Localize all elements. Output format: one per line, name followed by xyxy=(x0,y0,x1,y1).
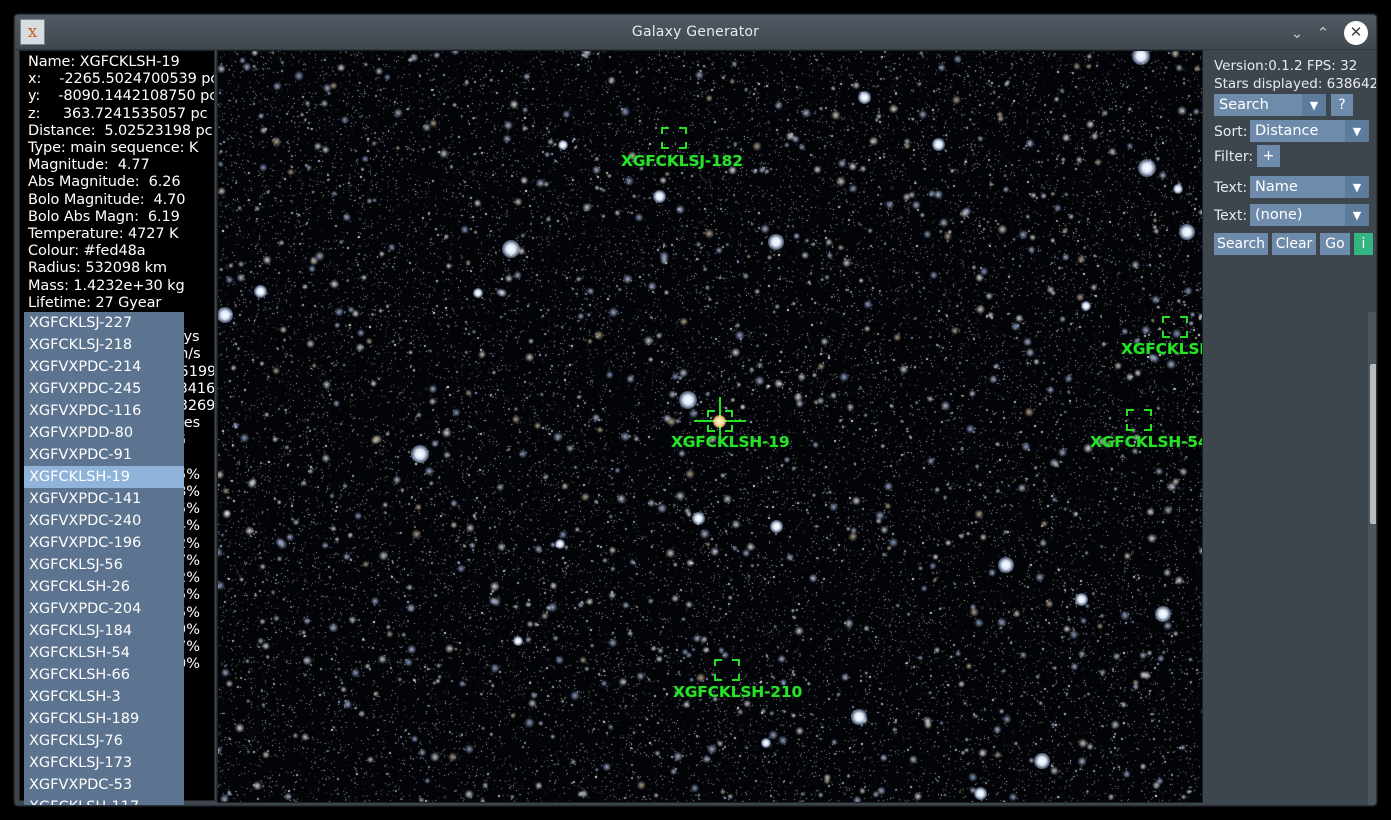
star-list-item[interactable]: XGFCKLSH-26 xyxy=(24,576,184,598)
star-list-item[interactable]: XGFCKLSH-117 xyxy=(24,796,184,805)
window-title: Galaxy Generator xyxy=(631,24,760,40)
star-info-line: Bolo Abs Magn: 6.19 xyxy=(28,208,180,225)
app-window: x Galaxy Generator ⌄ ⌃ ✕ Name: XGFCKLSH-… xyxy=(14,14,1377,806)
star-info-line: Colour: #fed48a xyxy=(28,243,146,260)
app-root: x Galaxy Generator ⌄ ⌃ ✕ Name: XGFCKLSH-… xyxy=(0,0,1391,820)
text2-label: Text: xyxy=(1214,208,1248,224)
star-list-item[interactable]: XGFCKLSJ-76 xyxy=(24,730,184,752)
star-list-item[interactable]: XGFVXPDC-196 xyxy=(24,532,184,554)
chevron-down-icon[interactable]: ▼ xyxy=(1302,94,1326,116)
star-list-item[interactable]: XGFCKLSJ-173 xyxy=(24,752,184,774)
star-info-line: x: -2265.5024700539 pc xyxy=(28,71,215,88)
star-marker-label: XGFCKLSH-210 xyxy=(673,683,803,701)
reticle-bracket-icon xyxy=(1126,409,1152,431)
search-button[interactable]: Search xyxy=(1214,233,1268,255)
star-info-line: Lifetime: 27 Gyear xyxy=(28,294,162,311)
star-list-item[interactable]: XGFCKLSJ-56 xyxy=(24,554,184,576)
star-list-item[interactable]: XGFVXPDC-204 xyxy=(24,598,184,620)
sort-value: Distance xyxy=(1255,123,1319,139)
star-info-line: Distance: 5.02523198 pc xyxy=(28,122,213,139)
star-marker-label: XGFCKLSH- xyxy=(1121,340,1202,358)
text2-dropdown[interactable]: (none) ▼ xyxy=(1250,204,1369,226)
star-info-line: Magnitude: 4.77 xyxy=(28,157,150,174)
star-list-scroll-thumb[interactable] xyxy=(1369,364,1376,524)
text1-value: Name xyxy=(1255,179,1298,195)
star-info-line: Bolo Magnitude: 4.70 xyxy=(28,191,186,208)
star-marker-label: XGFCKLSJ-182 xyxy=(621,152,743,170)
star-info-line: y: -8090.1442108750 pc xyxy=(28,88,215,105)
star-list-item[interactable]: XGFCKLSJ-184 xyxy=(24,620,184,642)
star-list-scrollbar[interactable] xyxy=(1368,312,1376,805)
text1-label: Text: xyxy=(1214,180,1248,196)
clear-button[interactable]: Clear xyxy=(1272,233,1316,255)
star-info-line: Name: XGFCKLSH-19 xyxy=(28,54,180,70)
star-list-item[interactable]: XGFCKLSH-66 xyxy=(24,664,184,686)
star-list-item[interactable]: XGFVXPDC-240 xyxy=(24,510,184,532)
chevron-down-icon: ⌄ xyxy=(1290,23,1304,42)
search-mode-value: Search xyxy=(1219,97,1269,113)
chevron-up-icon: ⌃ xyxy=(1316,23,1330,42)
text1-dropdown[interactable]: Name ▼ xyxy=(1250,176,1369,198)
info-button[interactable]: i xyxy=(1354,233,1373,255)
star-list-item[interactable]: XGFVXPDC-116 xyxy=(24,400,184,422)
star-list-item[interactable]: XGFVXPDD-80 xyxy=(24,422,184,444)
star-marker-label: XGFCKLSH-19 xyxy=(671,433,790,451)
star-list-item[interactable]: XGFVXPDC-245 xyxy=(24,378,184,400)
control-panel: Version:0.1.2 FPS: 32 Stars displayed: 6… xyxy=(1205,50,1377,805)
search-mode-dropdown[interactable]: Search ▼ xyxy=(1214,94,1326,116)
star-list-item[interactable]: XGFCKLSH-3 xyxy=(24,686,184,708)
add-filter-button[interactable]: + xyxy=(1257,145,1280,167)
close-button[interactable]: ✕ xyxy=(1342,15,1370,50)
window-content: Name: XGFCKLSH-19 x: -2265.5024700539 pc y… xyxy=(15,50,1377,805)
star-list-item[interactable]: XGFVXPDC-141 xyxy=(24,488,184,510)
star-info-line: Abs Magnitude: 6.26 xyxy=(28,174,181,191)
minimize-button[interactable]: ⌄ xyxy=(1284,15,1310,50)
chevron-down-icon[interactable]: ▼ xyxy=(1345,176,1369,198)
star-marker-label: XGFCKLSH-54 xyxy=(1090,433,1203,451)
star-list-item[interactable]: XGFCKLSJ-227 xyxy=(24,312,184,334)
sort-dropdown[interactable]: Distance ▼ xyxy=(1250,120,1369,142)
stars-displayed-label: Stars displayed: 638642 xyxy=(1214,76,1377,92)
star-list-item[interactable]: XGFVXPDC-91 xyxy=(24,444,184,466)
chevron-down-icon[interactable]: ▼ xyxy=(1345,120,1369,142)
star-info-line: Radius: 532098 km xyxy=(28,260,167,277)
filter-label: Filter: xyxy=(1214,149,1254,165)
chevron-down-icon[interactable]: ▼ xyxy=(1345,204,1369,226)
reticle-bracket-icon xyxy=(661,127,687,149)
star-info-line: Type: main sequence: K xyxy=(28,140,199,157)
help-button[interactable]: ? xyxy=(1331,94,1353,116)
star-info-line: Temperature: 4727 K xyxy=(28,226,179,243)
star-list-item[interactable]: XGFCKLSJ-218 xyxy=(24,334,184,356)
reticle-bracket-icon xyxy=(714,659,740,681)
reticle-bracket-icon xyxy=(1162,316,1188,338)
star-list-item[interactable]: XGFVXPDC-214 xyxy=(24,356,184,378)
star-result-list[interactable]: XGFCKLSJ-227 XGFCKLSJ-218 XGFVXPDC-214 XGFV… xyxy=(24,312,184,805)
star-list-item[interactable]: XGFCKLSH-189 xyxy=(24,708,184,730)
star-list-item[interactable]: XGFCKLSH-54 xyxy=(24,642,184,664)
star-map[interactable]: XGFCKLSJ-182 XGFCKLSH- XGFCKLSH-19 XGFCKLSH… xyxy=(217,50,1203,803)
star-info-line: Mass: 1.4232e+30 kg xyxy=(28,277,185,294)
maximize-button[interactable]: ⌃ xyxy=(1310,15,1336,50)
title-bar: x Galaxy Generator ⌄ ⌃ ✕ xyxy=(15,15,1376,50)
text2-value: (none) xyxy=(1255,207,1303,223)
star-info-line: z: 363.7241535057 pc xyxy=(28,105,208,122)
star-list-item[interactable]: XGFCKLSH-19 xyxy=(24,466,184,488)
go-button[interactable]: Go xyxy=(1320,233,1350,255)
sort-label: Sort: xyxy=(1214,124,1248,140)
close-icon: ✕ xyxy=(1344,20,1368,45)
version-fps-label: Version:0.1.2 FPS: 32 xyxy=(1214,58,1358,74)
star-list-item[interactable]: XGFVXPDC-53 xyxy=(24,774,184,796)
